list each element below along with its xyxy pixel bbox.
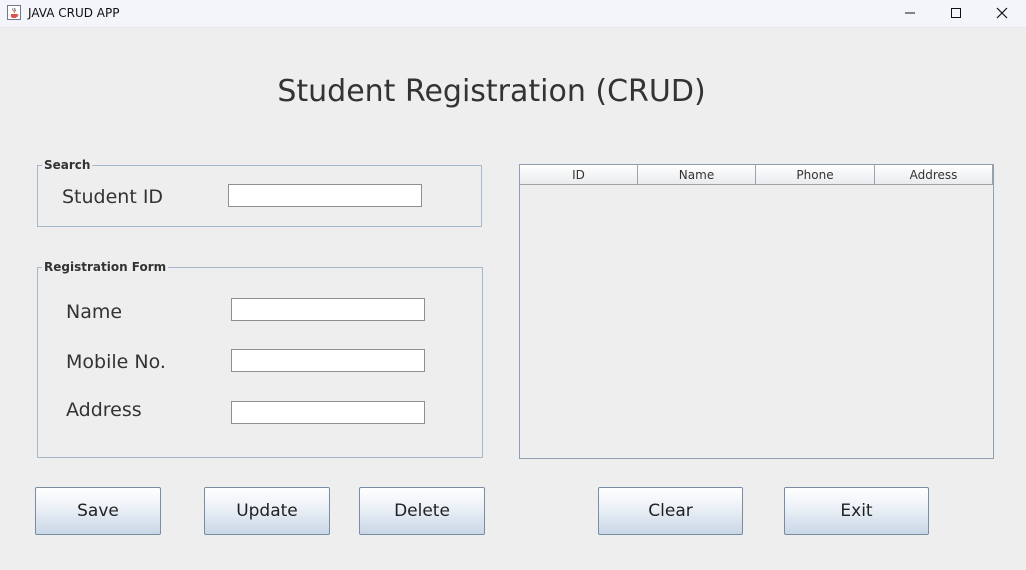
window-title: JAVA CRUD APP (28, 6, 120, 20)
student-table[interactable]: ID Name Phone Address (519, 164, 994, 459)
close-button[interactable] (980, 0, 1026, 27)
address-label: Address (66, 399, 142, 421)
registration-form-legend: Registration Form (44, 260, 167, 274)
column-header-address[interactable]: Address (875, 165, 993, 185)
name-input[interactable] (231, 298, 425, 321)
update-button[interactable]: Update (204, 487, 330, 535)
student-id-label: Student ID (62, 186, 164, 208)
maximize-icon (951, 8, 961, 18)
address-input[interactable] (231, 401, 425, 424)
maximize-button[interactable] (934, 0, 980, 27)
minimize-button[interactable] (888, 0, 934, 27)
minimize-icon (905, 12, 915, 14)
java-cup-icon (7, 5, 21, 20)
clear-button[interactable]: Clear (598, 487, 743, 535)
delete-button[interactable]: Delete (359, 487, 485, 535)
exit-button[interactable]: Exit (784, 487, 929, 535)
search-legend: Search (44, 158, 91, 172)
title-bar[interactable]: JAVA CRUD APP (0, 0, 1026, 28)
column-header-id[interactable]: ID (520, 165, 638, 185)
page-title: Student Registration (CRUD) (277, 74, 706, 109)
table-header: ID Name Phone Address (520, 165, 993, 185)
column-header-name[interactable]: Name (638, 165, 756, 185)
name-label: Name (66, 301, 123, 323)
mobile-label: Mobile No. (66, 351, 166, 373)
column-header-phone[interactable]: Phone (756, 165, 875, 185)
close-icon (996, 7, 1008, 19)
save-button[interactable]: Save (35, 487, 161, 535)
student-id-input[interactable] (228, 184, 422, 207)
mobile-input[interactable] (231, 349, 425, 372)
